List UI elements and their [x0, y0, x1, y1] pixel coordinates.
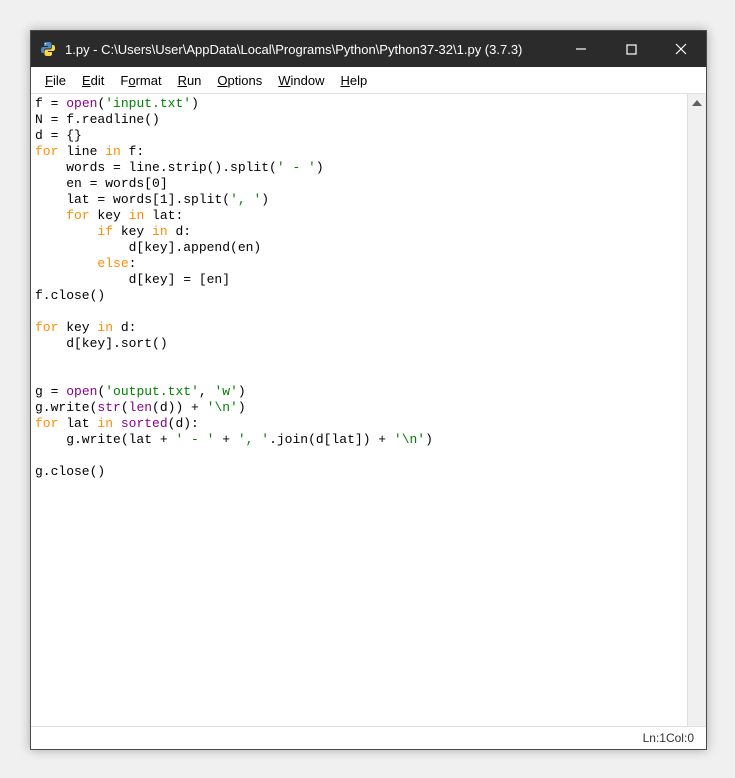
menu-edit[interactable]: Edit	[74, 71, 112, 90]
window-title: 1.py - C:\Users\User\AppData\Local\Progr…	[65, 42, 556, 57]
code-line	[35, 368, 683, 384]
code-line: d[key] = [en]	[35, 272, 683, 288]
minimize-button[interactable]	[556, 31, 606, 67]
code-line: g.write(lat + ' - ' + ', '.join(d[lat]) …	[35, 432, 683, 448]
menu-window-label: W	[278, 73, 290, 88]
menu-options-label: O	[217, 73, 227, 88]
menu-file-label: F	[45, 73, 53, 88]
maximize-button[interactable]	[606, 31, 656, 67]
status-ln-label: Ln:	[643, 731, 660, 745]
code-line: for key in d:	[35, 320, 683, 336]
window-controls	[556, 31, 706, 67]
code-editor[interactable]: f = open('input.txt')N = f.readline()d =…	[31, 94, 687, 726]
menu-help[interactable]: Help	[333, 71, 376, 90]
python-icon	[39, 40, 57, 58]
close-button[interactable]	[656, 31, 706, 67]
code-line	[35, 352, 683, 368]
menu-file[interactable]: File	[37, 71, 74, 90]
idle-window: 1.py - C:\Users\User\AppData\Local\Progr…	[30, 30, 707, 750]
vertical-scrollbar[interactable]	[687, 94, 706, 726]
menu-options[interactable]: Options	[209, 71, 270, 90]
code-line: f = open('input.txt')	[35, 96, 683, 112]
code-line: lat = words[1].split(', ')	[35, 192, 683, 208]
code-line	[35, 304, 683, 320]
code-line: for line in f:	[35, 144, 683, 160]
menu-format-label: o	[128, 73, 135, 88]
code-line: d = {}	[35, 128, 683, 144]
code-line: g.write(str(len(d)) + '\n')	[35, 400, 683, 416]
code-line: words = line.strip().split(' - ')	[35, 160, 683, 176]
titlebar[interactable]: 1.py - C:\Users\User\AppData\Local\Progr…	[31, 31, 706, 67]
code-line: else:	[35, 256, 683, 272]
menu-help-label: H	[341, 73, 350, 88]
status-col-value: 0	[687, 731, 694, 745]
menu-run[interactable]: Run	[170, 71, 210, 90]
status-col-label: Col:	[666, 731, 687, 745]
status-ln-value: 1	[659, 731, 666, 745]
menubar: File Edit Format Run Options Window Help	[31, 67, 706, 94]
menu-run-label: R	[178, 73, 187, 88]
scroll-up-arrow[interactable]	[688, 94, 706, 112]
code-line: N = f.readline()	[35, 112, 683, 128]
code-line: d[key].append(en)	[35, 240, 683, 256]
code-line: for key in lat:	[35, 208, 683, 224]
code-line: g.close()	[35, 464, 683, 480]
menu-window[interactable]: Window	[270, 71, 332, 90]
code-line: g = open('output.txt', 'w')	[35, 384, 683, 400]
code-line	[35, 448, 683, 464]
menu-edit-label: E	[82, 73, 91, 88]
code-line: en = words[0]	[35, 176, 683, 192]
code-line: f.close()	[35, 288, 683, 304]
editor-area: f = open('input.txt')N = f.readline()d =…	[31, 94, 706, 726]
menu-format[interactable]: Format	[112, 71, 169, 90]
statusbar: Ln: 1 Col: 0	[31, 726, 706, 749]
code-line: d[key].sort()	[35, 336, 683, 352]
code-line: if key in d:	[35, 224, 683, 240]
code-line: for lat in sorted(d):	[35, 416, 683, 432]
